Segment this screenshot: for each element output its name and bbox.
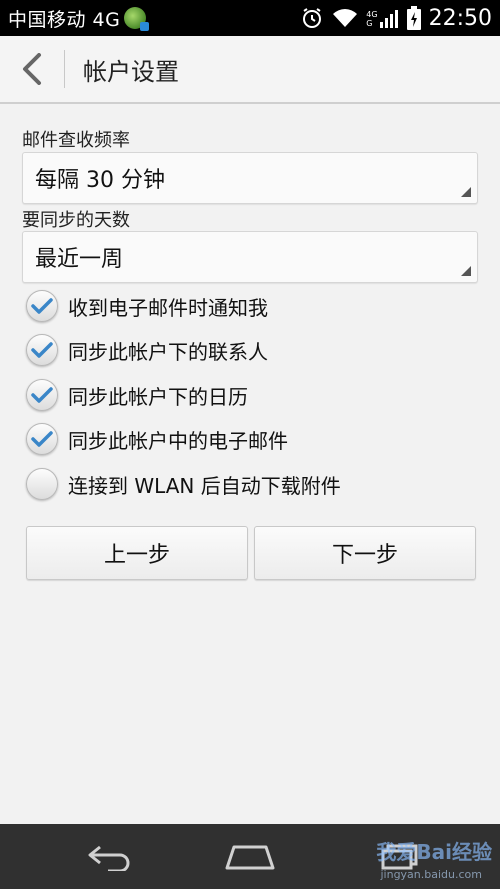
check-frequency-label: 邮件查收频率: [22, 130, 130, 151]
page-title: 帐户设置: [83, 57, 179, 86]
option-sync-calendar[interactable]: 同步此帐户下的日历: [26, 375, 248, 415]
signal-badge-top: 4G: [366, 10, 378, 19]
chevron-left-icon: [23, 53, 41, 85]
checkmark-icon: [31, 342, 53, 358]
sync-days-select[interactable]: 最近一周: [22, 231, 478, 283]
watermark-brand: 我爱Bai经验: [376, 840, 492, 864]
sync-days-value: 最近一周: [35, 247, 124, 272]
nav-home-button[interactable]: [210, 824, 290, 889]
option-label: 同步此帐户下的日历: [68, 384, 248, 409]
checkbox[interactable]: [26, 290, 58, 322]
dropdown-corner-icon: [461, 266, 471, 276]
option-label: 收到电子邮件时通知我: [68, 295, 268, 320]
dropdown-corner-icon: [461, 187, 471, 197]
option-sync-email[interactable]: 同步此帐户中的电子邮件: [26, 419, 288, 459]
battery-charging-icon: [406, 6, 421, 30]
home-icon: [225, 845, 275, 869]
option-label: 同步此帐户下的联系人: [68, 339, 268, 364]
check-frequency-value: 每隔 30 分钟: [35, 168, 165, 193]
wifi-icon: [333, 9, 358, 27]
checkbox[interactable]: [26, 468, 58, 500]
checkbox[interactable]: [26, 334, 58, 366]
option-sync-contacts[interactable]: 同步此帐户下的联系人: [26, 330, 268, 370]
clock-time: 22:50: [428, 5, 492, 31]
header-divider: [64, 50, 65, 88]
status-bar: 中国移动 4G 4G G 22:50: [0, 0, 500, 36]
action-bar: 帐户设置: [0, 36, 500, 104]
check-frequency-select[interactable]: 每隔 30 分钟: [22, 152, 478, 204]
checkbox[interactable]: [26, 423, 58, 455]
carrier-name: 中国移动 4G: [8, 8, 121, 31]
signal-badge-bottom: G: [366, 19, 373, 28]
back-button[interactable]: [0, 36, 64, 102]
signal-indicator: 4G G: [366, 8, 398, 28]
sync-days-label: 要同步的天数: [22, 210, 130, 231]
option-label: 同步此帐户中的电子邮件: [68, 428, 288, 453]
alarm-icon: [303, 8, 322, 28]
signal-bars-icon: [379, 10, 398, 28]
checkmark-icon: [31, 431, 53, 447]
option-wlan-download[interactable]: 连接到 WLAN 后自动下载附件: [26, 464, 341, 504]
checkmark-icon: [31, 387, 53, 403]
app-notification-icon: [124, 7, 150, 31]
previous-step-button[interactable]: 上一步: [26, 526, 248, 580]
checkmark-icon: [31, 298, 53, 314]
checkbox[interactable]: [26, 379, 58, 411]
next-step-button[interactable]: 下一步: [254, 526, 476, 580]
option-notify-email[interactable]: 收到电子邮件时通知我: [26, 286, 268, 326]
option-label: 连接到 WLAN 后自动下载附件: [68, 473, 341, 498]
nav-back-button[interactable]: [70, 824, 150, 889]
watermark-url: jingyan.baidu.com: [380, 868, 482, 881]
status-icons: 4G G 22:50: [300, 6, 492, 31]
back-arrow-icon: [88, 845, 130, 871]
